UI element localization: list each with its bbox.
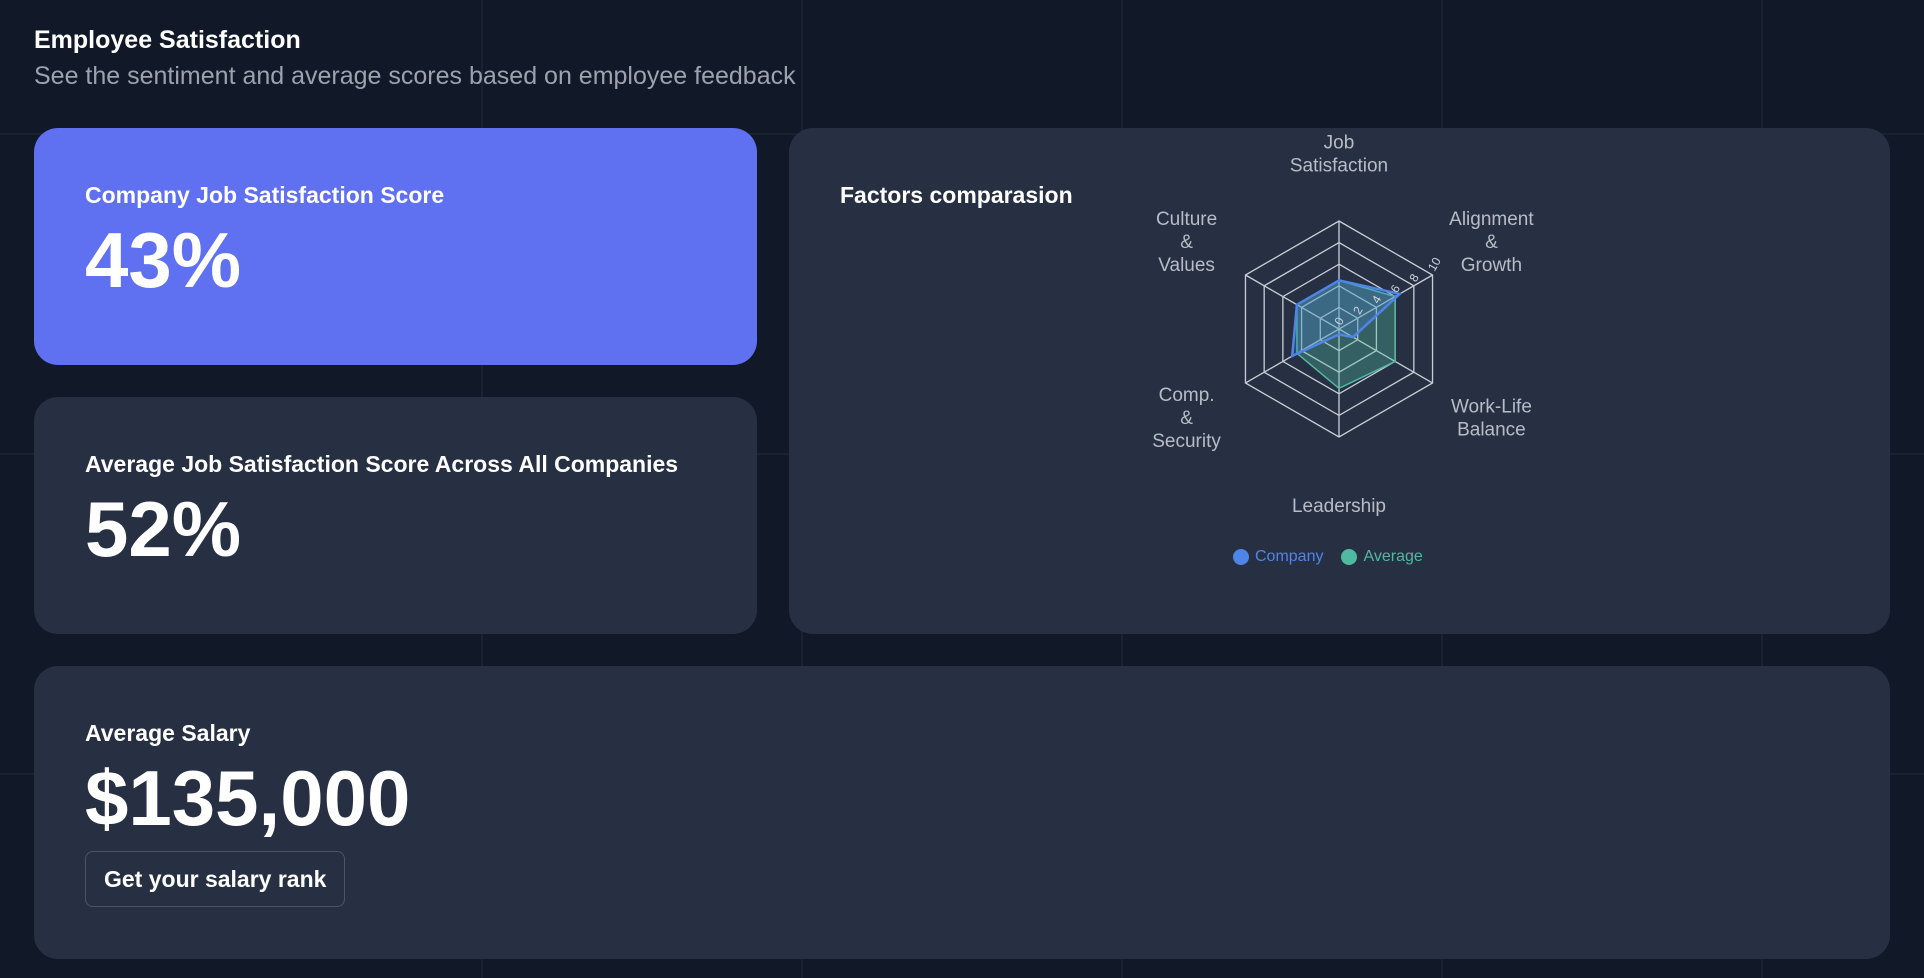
company-score-label: Company Job Satisfaction Score (85, 182, 445, 208)
radar-axis-label: Culture (1156, 209, 1217, 230)
radar-tick-label: 10 (1425, 255, 1444, 274)
page-title: Employee Satisfaction (34, 26, 301, 54)
legend-swatch-average (1341, 549, 1358, 565)
page-subtitle: See the sentiment and average scores bas… (34, 62, 796, 90)
radar-axis-label: & (1485, 232, 1498, 253)
radar-axis-label: Job (1324, 133, 1355, 154)
radar-axis-label: Work-Life (1451, 397, 1532, 418)
legend-swatch-company (1233, 549, 1249, 565)
company-score-value: 43% (85, 216, 242, 304)
legend-item-average[interactable]: Average (1341, 548, 1423, 566)
chart-legend: Company Average (1233, 548, 1423, 566)
get-salary-rank-button[interactable]: Get your salary rank (85, 851, 346, 907)
radar-axis-label: Alignment (1449, 209, 1534, 230)
average-score-label: Average Job Satisfaction Score Across Al… (85, 451, 679, 477)
radar-axis-label: Satisfaction (1290, 156, 1388, 177)
radar-axis-label: Leadership (1292, 496, 1386, 517)
radar-axis-label: Values (1158, 255, 1215, 276)
radar-axis-label: Growth (1461, 255, 1522, 276)
page-header: Employee Satisfaction See the sentiment … (34, 22, 796, 94)
legend-item-company[interactable]: Company (1233, 548, 1323, 566)
legend-label-average: Average (1363, 548, 1423, 565)
radar-axis-label: Balance (1457, 420, 1526, 441)
radar-axis-label: Security (1152, 431, 1221, 452)
radar-axis-label: & (1180, 408, 1193, 429)
average-salary-card: Average Salary $135,000 Get your salary … (34, 666, 1890, 959)
average-salary-label: Average Salary (85, 720, 251, 746)
radar-chart-area: 0 2 4 6 8 10 Job Satisfaction Alignment & Growth Wo… (789, 128, 1890, 634)
average-salary-value: $135,000 (85, 754, 411, 842)
radar-axis-label: & (1180, 232, 1193, 253)
average-score-card: Average Job Satisfaction Score Across Al… (34, 397, 757, 634)
factors-comparison-card: Factors comparasion 0 2 4 6 8 10 Job Satisfacti… (789, 128, 1890, 634)
dashboard-page: Employee Satisfaction See the sentiment … (0, 0, 1924, 978)
company-score-card: Company Job Satisfaction Score 43% (34, 128, 757, 365)
average-score-value: 52% (85, 485, 242, 573)
legend-label-company: Company (1255, 548, 1324, 565)
radar-axis-label: Comp. (1159, 385, 1215, 406)
